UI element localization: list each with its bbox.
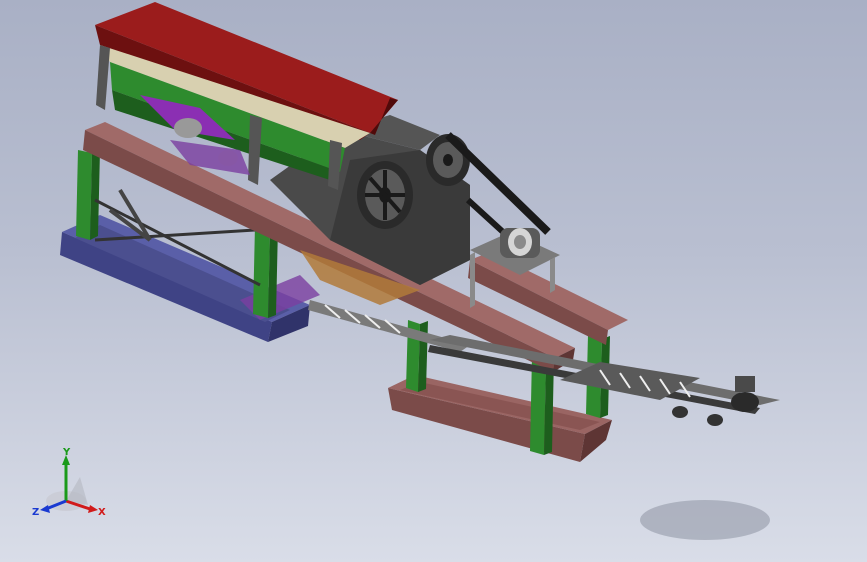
graphics-viewport[interactable]: X Y Z xyxy=(0,0,867,562)
model-shadow xyxy=(640,500,770,540)
x-axis-arrow xyxy=(88,505,98,513)
z-axis-arrow xyxy=(40,505,50,513)
view-orientation-triad[interactable]: X Y Z xyxy=(30,445,110,525)
x-axis-label: X xyxy=(98,507,106,518)
machine-model[interactable] xyxy=(0,0,867,562)
crusher-pulley[interactable] xyxy=(426,134,470,186)
y-axis-label: Y xyxy=(62,447,71,458)
z-axis-label: Z xyxy=(32,507,39,518)
crusher-flywheel[interactable] xyxy=(357,161,413,229)
